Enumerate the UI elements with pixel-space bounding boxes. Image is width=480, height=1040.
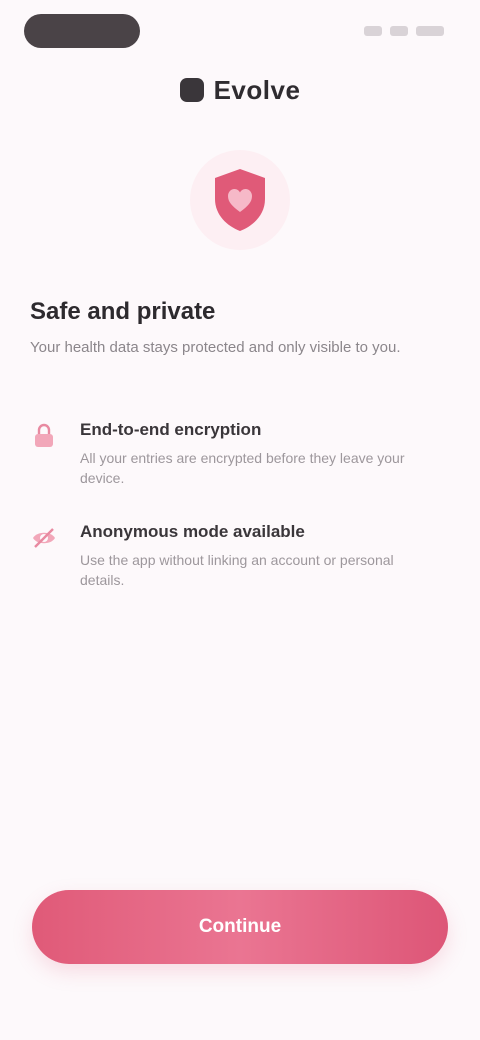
feature-title: End-to-end encryption [80, 420, 262, 439]
lock-icon [35, 423, 53, 447]
feature-item-anonymous: Anonymous mode available Use the app wit… [30, 522, 440, 590]
page-subtitle: Your health data stays protected and onl… [30, 339, 401, 356]
status-icons [364, 22, 444, 40]
status-bar [0, 0, 480, 64]
feature-title: Anonymous mode available [80, 522, 305, 541]
feature-description: All your entries are encrypted before th… [80, 450, 405, 486]
shield-heart-icon [215, 169, 265, 231]
feature-item-encryption: End-to-end encryption All your entries a… [30, 420, 440, 488]
brand-header: Evolve [0, 70, 480, 110]
brand-logo-icon [179, 78, 204, 102]
wifi-icon [390, 26, 408, 36]
brand-name: Evolve [213, 74, 301, 105]
eye-off-icon [33, 528, 55, 548]
battery-icon [416, 26, 444, 36]
continue-button[interactable]: Continue [32, 890, 448, 964]
dynamic-island [24, 14, 140, 48]
page-title: Safe and private [30, 298, 216, 325]
feature-description: Use the app without linking an account o… [80, 552, 394, 588]
hero-illustration [190, 150, 290, 250]
signal-icon [364, 26, 382, 36]
